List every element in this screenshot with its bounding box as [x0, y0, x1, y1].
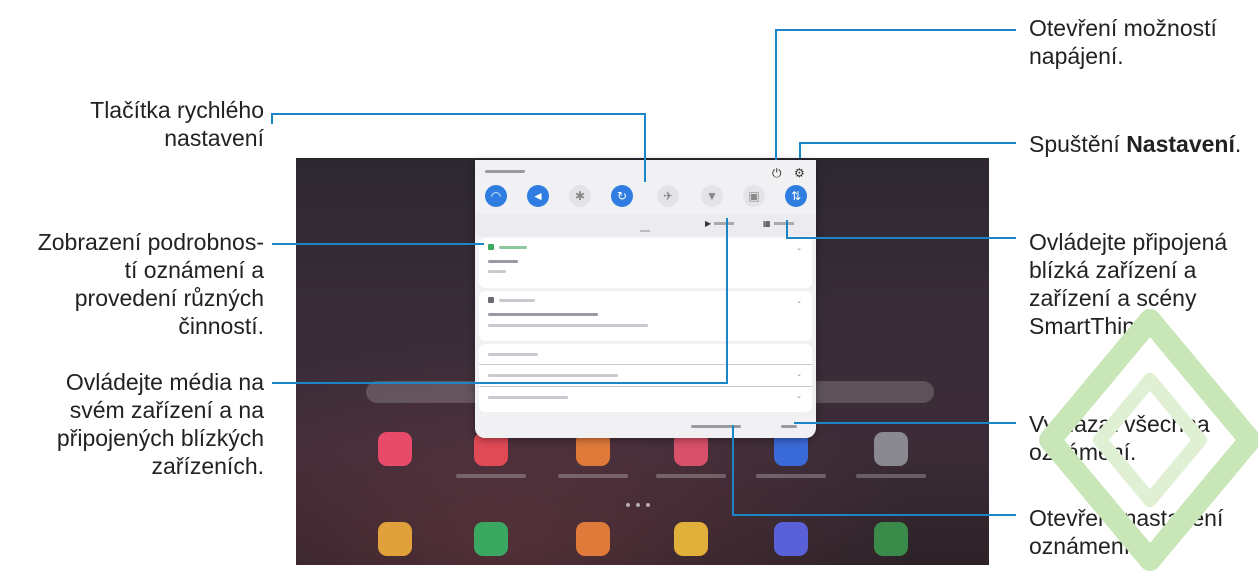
- leader-power: [775, 29, 1016, 160]
- leader-settings: [799, 142, 1016, 158]
- leader-notification-settings: [732, 425, 1016, 516]
- leader-media: [272, 218, 728, 384]
- leader-devices: [786, 220, 1016, 239]
- watermark: [1039, 309, 1258, 571]
- leader-quick-settings: [271, 113, 646, 182]
